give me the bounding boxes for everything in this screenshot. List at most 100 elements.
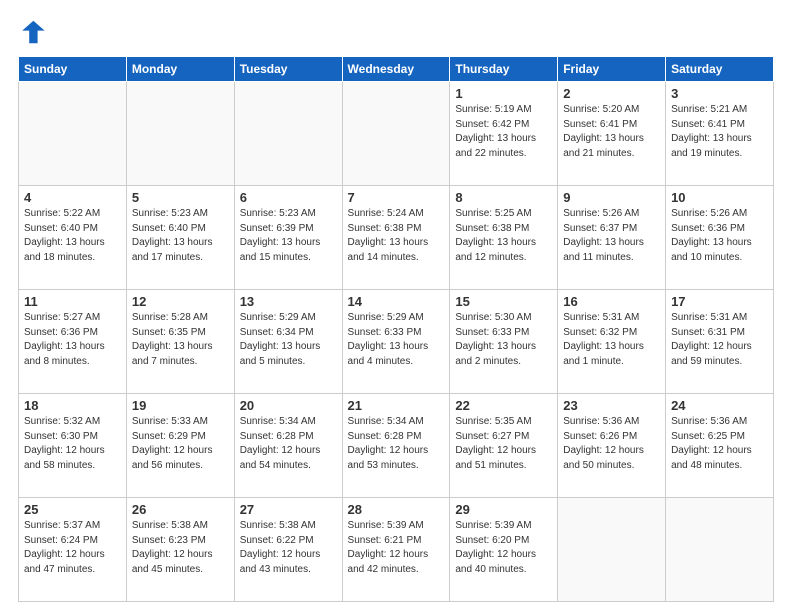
calendar-header-friday: Friday <box>558 57 666 82</box>
day-info: Sunrise: 5:38 AM Sunset: 6:23 PM Dayligh… <box>132 519 229 577</box>
day-info: Sunrise: 5:23 AM Sunset: 6:40 PM Dayligh… <box>132 207 229 265</box>
calendar-cell <box>19 82 127 186</box>
page: SundayMondayTuesdayWednesdayThursdayFrid… <box>0 0 792 612</box>
day-info: Sunrise: 5:33 AM Sunset: 6:29 PM Dayligh… <box>132 415 229 473</box>
day-number: 21 <box>348 398 445 413</box>
calendar-cell: 18Sunrise: 5:32 AM Sunset: 6:30 PM Dayli… <box>19 394 127 498</box>
calendar-header-wednesday: Wednesday <box>342 57 450 82</box>
calendar-cell: 6 Sunrise: 5:23 AM Sunset: 6:39 PM Daylig… <box>234 186 342 290</box>
day-info: Sunrise: 5:26 AM Sunset: 6:36 PM Dayligh… <box>671 207 768 265</box>
day-info: Sunrise: 5:23 AM Sunset: 6:39 PM Dayligh… <box>240 207 337 265</box>
calendar: SundayMondayTuesdayWednesdayThursdayFrid… <box>18 56 774 602</box>
day-info: Sunrise: 5:24 AM Sunset: 6:38 PM Dayligh… <box>348 207 445 265</box>
calendar-week-4: 18Sunrise: 5:32 AM Sunset: 6:30 PM Dayli… <box>19 394 774 498</box>
calendar-cell <box>126 82 234 186</box>
day-number: 13 <box>240 294 337 309</box>
calendar-week-1: 1 Sunrise: 5:19 AM Sunset: 6:42 PM Daylig… <box>19 82 774 186</box>
day-number: 10 <box>671 190 768 205</box>
day-info: Sunrise: 5:30 AM Sunset: 6:33 PM Dayligh… <box>455 311 552 369</box>
calendar-header-monday: Monday <box>126 57 234 82</box>
calendar-cell: 10 Sunrise: 5:26 AM Sunset: 6:36 PM Dayli… <box>666 186 774 290</box>
calendar-cell: 14Sunrise: 5:29 AM Sunset: 6:33 PM Dayli… <box>342 290 450 394</box>
day-number: 17 <box>671 294 768 309</box>
day-info: Sunrise: 5:22 AM Sunset: 6:40 PM Dayligh… <box>24 207 121 265</box>
day-number: 23 <box>563 398 660 413</box>
calendar-cell: 20 Sunrise: 5:34 AM Sunset: 6:28 PM Dayli… <box>234 394 342 498</box>
calendar-cell: 2 Sunrise: 5:20 AM Sunset: 6:41 PM Daylig… <box>558 82 666 186</box>
day-info: Sunrise: 5:34 AM Sunset: 6:28 PM Dayligh… <box>240 415 337 473</box>
calendar-week-3: 11 Sunrise: 5:27 AM Sunset: 6:36 PM Dayli… <box>19 290 774 394</box>
calendar-cell <box>558 498 666 602</box>
calendar-cell: 15 Sunrise: 5:30 AM Sunset: 6:33 PM Dayli… <box>450 290 558 394</box>
day-info: Sunrise: 5:39 AM Sunset: 6:21 PM Dayligh… <box>348 519 445 577</box>
day-number: 4 <box>24 190 121 205</box>
day-info: Sunrise: 5:21 AM Sunset: 6:41 PM Dayligh… <box>671 103 768 161</box>
calendar-cell: 7 Sunrise: 5:24 AM Sunset: 6:38 PM Daylig… <box>342 186 450 290</box>
day-info: Sunrise: 5:34 AM Sunset: 6:28 PM Dayligh… <box>348 415 445 473</box>
day-info: Sunrise: 5:29 AM Sunset: 6:34 PM Dayligh… <box>240 311 337 369</box>
calendar-cell: 4 Sunrise: 5:22 AM Sunset: 6:40 PM Daylig… <box>19 186 127 290</box>
day-number: 11 <box>24 294 121 309</box>
day-number: 1 <box>455 86 552 101</box>
day-number: 7 <box>348 190 445 205</box>
day-number: 28 <box>348 502 445 517</box>
day-info: Sunrise: 5:37 AM Sunset: 6:24 PM Dayligh… <box>24 519 121 577</box>
calendar-header-sunday: Sunday <box>19 57 127 82</box>
calendar-cell: 28 Sunrise: 5:39 AM Sunset: 6:21 PM Dayli… <box>342 498 450 602</box>
day-info: Sunrise: 5:28 AM Sunset: 6:35 PM Dayligh… <box>132 311 229 369</box>
calendar-cell: 13 Sunrise: 5:29 AM Sunset: 6:34 PM Dayli… <box>234 290 342 394</box>
calendar-cell: 24 Sunrise: 5:36 AM Sunset: 6:25 PM Dayli… <box>666 394 774 498</box>
calendar-cell: 1 Sunrise: 5:19 AM Sunset: 6:42 PM Daylig… <box>450 82 558 186</box>
calendar-cell: 8 Sunrise: 5:25 AM Sunset: 6:38 PM Daylig… <box>450 186 558 290</box>
day-info: Sunrise: 5:19 AM Sunset: 6:42 PM Dayligh… <box>455 103 552 161</box>
calendar-week-2: 4 Sunrise: 5:22 AM Sunset: 6:40 PM Daylig… <box>19 186 774 290</box>
calendar-cell: 29Sunrise: 5:39 AM Sunset: 6:20 PM Dayli… <box>450 498 558 602</box>
day-number: 18 <box>24 398 121 413</box>
day-info: Sunrise: 5:39 AM Sunset: 6:20 PM Dayligh… <box>455 519 552 577</box>
calendar-cell: 22 Sunrise: 5:35 AM Sunset: 6:27 PM Dayli… <box>450 394 558 498</box>
day-number: 6 <box>240 190 337 205</box>
day-info: Sunrise: 5:38 AM Sunset: 6:22 PM Dayligh… <box>240 519 337 577</box>
day-number: 19 <box>132 398 229 413</box>
calendar-cell: 9Sunrise: 5:26 AM Sunset: 6:37 PM Daylig… <box>558 186 666 290</box>
calendar-cell <box>234 82 342 186</box>
calendar-header-row: SundayMondayTuesdayWednesdayThursdayFrid… <box>19 57 774 82</box>
calendar-cell: 17Sunrise: 5:31 AM Sunset: 6:31 PM Dayli… <box>666 290 774 394</box>
calendar-cell: 5 Sunrise: 5:23 AM Sunset: 6:40 PM Daylig… <box>126 186 234 290</box>
day-number: 16 <box>563 294 660 309</box>
header <box>18 18 774 46</box>
calendar-cell <box>342 82 450 186</box>
day-info: Sunrise: 5:20 AM Sunset: 6:41 PM Dayligh… <box>563 103 660 161</box>
calendar-cell: 25 Sunrise: 5:37 AM Sunset: 6:24 PM Dayli… <box>19 498 127 602</box>
calendar-cell: 3Sunrise: 5:21 AM Sunset: 6:41 PM Daylig… <box>666 82 774 186</box>
day-number: 15 <box>455 294 552 309</box>
logo <box>18 18 50 46</box>
logo-icon <box>18 18 46 46</box>
day-number: 20 <box>240 398 337 413</box>
day-info: Sunrise: 5:27 AM Sunset: 6:36 PM Dayligh… <box>24 311 121 369</box>
calendar-header-saturday: Saturday <box>666 57 774 82</box>
day-number: 8 <box>455 190 552 205</box>
calendar-cell: 12Sunrise: 5:28 AM Sunset: 6:35 PM Dayli… <box>126 290 234 394</box>
calendar-cell <box>666 498 774 602</box>
calendar-header-thursday: Thursday <box>450 57 558 82</box>
day-info: Sunrise: 5:25 AM Sunset: 6:38 PM Dayligh… <box>455 207 552 265</box>
calendar-cell: 23 Sunrise: 5:36 AM Sunset: 6:26 PM Dayli… <box>558 394 666 498</box>
calendar-cell: 27 Sunrise: 5:38 AM Sunset: 6:22 PM Dayli… <box>234 498 342 602</box>
day-number: 24 <box>671 398 768 413</box>
day-number: 25 <box>24 502 121 517</box>
calendar-cell: 11 Sunrise: 5:27 AM Sunset: 6:36 PM Dayli… <box>19 290 127 394</box>
day-number: 9 <box>563 190 660 205</box>
day-info: Sunrise: 5:36 AM Sunset: 6:26 PM Dayligh… <box>563 415 660 473</box>
calendar-cell: 19 Sunrise: 5:33 AM Sunset: 6:29 PM Dayli… <box>126 394 234 498</box>
day-number: 2 <box>563 86 660 101</box>
calendar-cell: 26Sunrise: 5:38 AM Sunset: 6:23 PM Dayli… <box>126 498 234 602</box>
day-number: 5 <box>132 190 229 205</box>
day-number: 22 <box>455 398 552 413</box>
day-info: Sunrise: 5:36 AM Sunset: 6:25 PM Dayligh… <box>671 415 768 473</box>
day-number: 27 <box>240 502 337 517</box>
calendar-week-5: 25 Sunrise: 5:37 AM Sunset: 6:24 PM Dayli… <box>19 498 774 602</box>
calendar-header-tuesday: Tuesday <box>234 57 342 82</box>
day-info: Sunrise: 5:35 AM Sunset: 6:27 PM Dayligh… <box>455 415 552 473</box>
calendar-cell: 21 Sunrise: 5:34 AM Sunset: 6:28 PM Dayli… <box>342 394 450 498</box>
